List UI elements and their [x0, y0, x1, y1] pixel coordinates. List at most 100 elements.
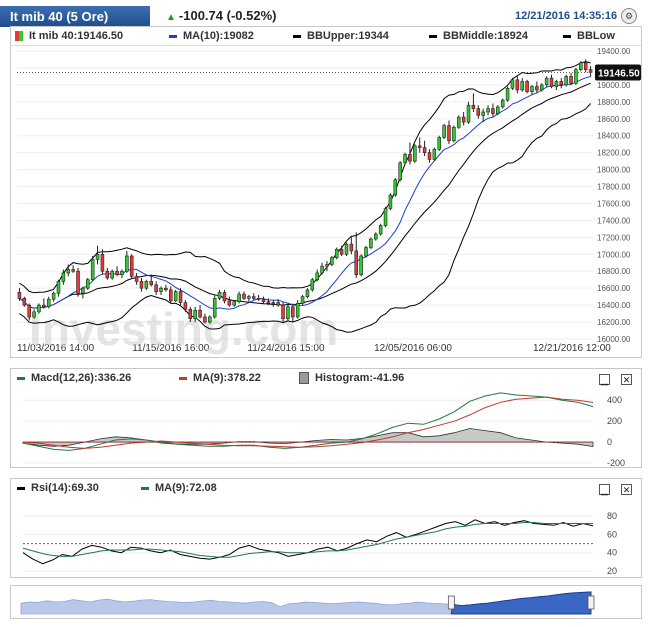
- candle-body: [315, 272, 319, 281]
- candle-body: [266, 301, 271, 304]
- range-handle-left[interactable]: [447, 595, 455, 610]
- candle-body: [188, 309, 193, 319]
- candle-body: [134, 276, 139, 282]
- candle-body: [61, 272, 66, 282]
- x-tick-label: 12/05/2016 06:00: [374, 343, 452, 354]
- y-tick-label: 19400.00: [597, 47, 631, 56]
- y-tick-label: 17000.00: [597, 250, 631, 259]
- legend-macd: Macd(12,26):336.26: [17, 372, 131, 384]
- candle-body: [222, 292, 227, 302]
- price-legend: It mib 40:19146.50 MA(10):19082 BBUpper:…: [11, 27, 641, 46]
- close-icon[interactable]: ✕: [621, 374, 632, 385]
- candle-body: [393, 179, 398, 196]
- candle-body: [325, 264, 329, 267]
- candle-body: [525, 81, 529, 92]
- candle-body: [203, 316, 207, 323]
- candle-body: [129, 255, 134, 277]
- bb-upper-swatch-icon: [293, 34, 301, 38]
- candle-body: [217, 292, 222, 299]
- candle-body: [237, 293, 241, 303]
- candle-body: [364, 247, 368, 257]
- candle-body: [569, 76, 573, 84]
- macd-panel: Macd(12,26):336.26 MA(9):378.22 Histogra…: [10, 368, 642, 468]
- candle-body: [476, 108, 481, 116]
- legend-ma-label: MA(10):19082: [183, 30, 254, 42]
- candle-body: [579, 62, 583, 70]
- bb-middle-swatch-icon: [429, 34, 437, 38]
- candle-body: [76, 270, 80, 294]
- candle-body: [349, 243, 354, 252]
- minimize-icon[interactable]: ▁: [599, 484, 610, 495]
- y-tick-label: 16200.00: [597, 318, 631, 327]
- y-tick-label: 18800.00: [597, 98, 631, 107]
- candle-body: [291, 306, 295, 318]
- candle-body: [232, 301, 236, 306]
- legend-price-label: It mib 40:19146.50: [29, 30, 124, 42]
- y-tick-label: 400: [607, 395, 622, 405]
- candle-body: [286, 306, 290, 319]
- candle-body: [515, 79, 520, 91]
- ma-swatch-icon: [169, 34, 177, 38]
- candle-body: [86, 279, 90, 289]
- candle-body: [81, 287, 85, 294]
- candle-body: [535, 86, 539, 91]
- candle-body: [339, 248, 344, 255]
- legend-rsi-ma: MA(9):72.08: [141, 482, 217, 494]
- candle-body: [491, 108, 495, 114]
- histogram-area: [22, 428, 594, 447]
- settings-icon[interactable]: ⚙: [621, 8, 637, 24]
- candle-body: [417, 145, 422, 148]
- candle-body: [120, 270, 124, 275]
- y-tick-label: 17400.00: [597, 216, 631, 225]
- candle-body: [159, 287, 163, 292]
- candle-body: [32, 311, 36, 318]
- y-tick-label: 16600.00: [597, 284, 631, 293]
- minimize-icon[interactable]: ▁: [599, 374, 610, 385]
- close-icon[interactable]: ✕: [621, 484, 632, 495]
- candle-body: [559, 81, 564, 86]
- rsi-legend: Rsi(14):69.30 MA(9):72.08: [11, 479, 641, 497]
- macd-chart[interactable]: 400 200 0 -200: [11, 391, 641, 467]
- navigator-chart[interactable]: [11, 586, 641, 618]
- navigator-selected-area: [450, 591, 592, 615]
- ma-line: [19, 76, 591, 310]
- legend-macd-ma: MA(9):378.22: [179, 372, 261, 384]
- candle-body: [183, 302, 188, 310]
- candle-body: [256, 298, 261, 300]
- macd-legend: Macd(12,26):336.26 MA(9):378.22 Histogra…: [11, 369, 641, 387]
- legend-price: It mib 40:19146.50: [15, 30, 123, 42]
- rsi-chart[interactable]: 80 60 40 20: [11, 499, 641, 577]
- rsi-ma-swatch-icon: [141, 486, 149, 490]
- candle-body: [198, 309, 202, 318]
- y-tick-label: 200: [607, 416, 622, 426]
- candle-body: [539, 84, 544, 91]
- candle-body: [500, 99, 505, 108]
- candle-body: [100, 253, 105, 272]
- candle-body: [554, 81, 559, 87]
- candle-body: [481, 111, 485, 116]
- bb-lower-swatch-icon: [563, 34, 571, 38]
- y-tick-label: 20: [607, 566, 617, 576]
- price-chart[interactable]: 19400.0019200.0019000.0018800.0018600.00…: [11, 45, 641, 357]
- range-handle-right[interactable]: [587, 595, 595, 610]
- candle-body: [408, 154, 412, 162]
- candle-body: [334, 248, 339, 258]
- instrument-title-tab[interactable]: It mib 40 (5 Ore): [0, 6, 150, 27]
- candle-body: [374, 233, 378, 240]
- price-change-value: -100.74 (-0.52%): [178, 8, 277, 23]
- candle-body: [276, 302, 280, 306]
- candle-body: [115, 270, 119, 275]
- candle-body: [510, 79, 515, 89]
- candle-body: [71, 269, 75, 272]
- legend-histogram: Histogram:-41.96: [299, 372, 404, 385]
- legend-ma: MA(10):19082: [169, 30, 254, 42]
- candle-body: [432, 148, 437, 160]
- y-tick-label: 17800.00: [597, 183, 631, 192]
- legend-macd-ma-label: MA(9):378.22: [193, 372, 261, 384]
- range-navigator: [10, 585, 642, 619]
- y-tick-label: 80: [607, 511, 617, 521]
- candle-body: [42, 304, 46, 308]
- legend-bb-upper-label: BBUpper:19344: [307, 30, 389, 42]
- candle-body: [437, 137, 442, 150]
- candle-body: [37, 304, 41, 313]
